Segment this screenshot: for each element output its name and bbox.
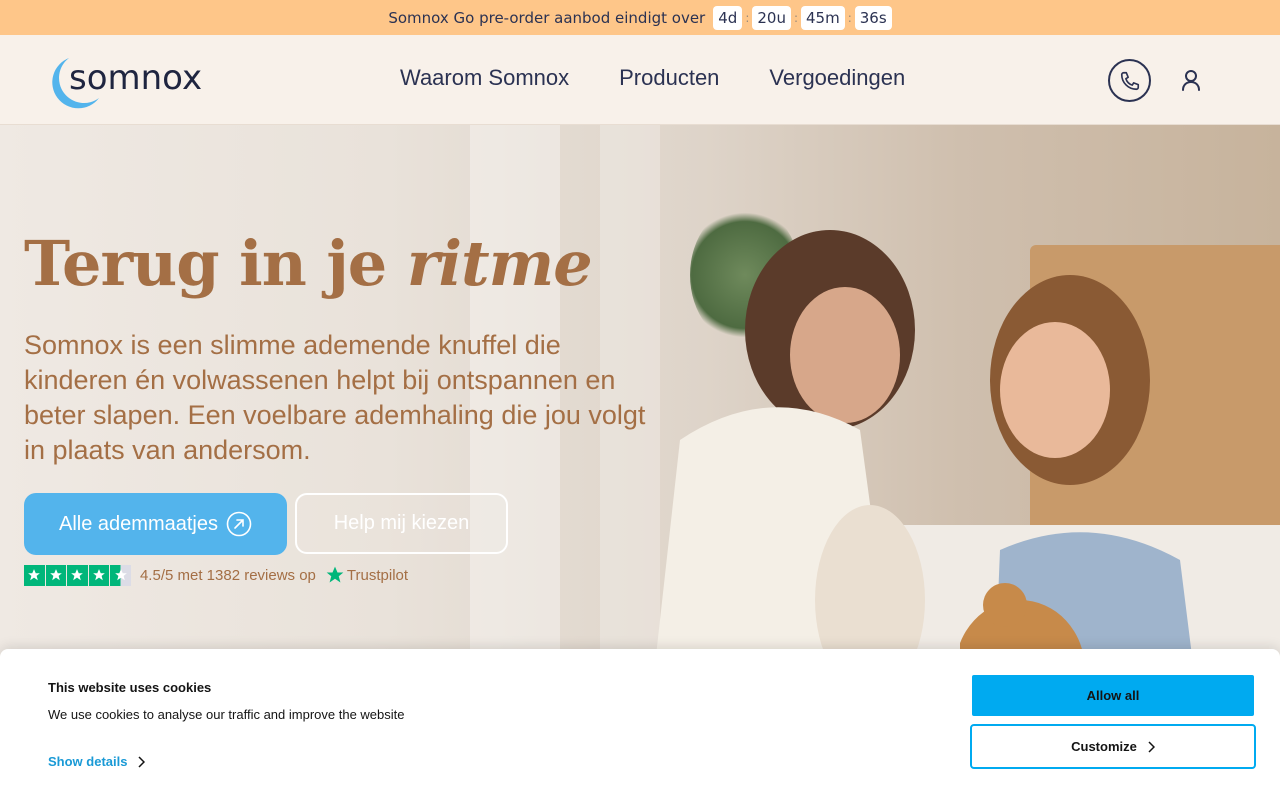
hero-title-plain: Terug in je <box>24 227 407 300</box>
trustpilot-star-icon <box>326 566 344 583</box>
customize-label: Customize <box>1071 739 1137 754</box>
hero-description: Somnox is een slimme ademende knuffel di… <box>24 330 646 465</box>
all-products-button[interactable]: Alle ademmaatjes <box>24 493 287 555</box>
hero-title-emphasis: ritme <box>406 227 593 300</box>
half-star-icon <box>110 565 131 586</box>
phone-button[interactable] <box>1108 59 1151 102</box>
countdown-hours: 20u <box>752 5 791 30</box>
help-me-choose-button[interactable]: Help mij kiezen <box>295 493 508 554</box>
allow-all-button[interactable]: Allow all <box>972 675 1254 716</box>
arrow-circle-icon <box>226 511 252 537</box>
star-icon <box>67 565 88 586</box>
countdown-minutes: 45m <box>801 5 845 30</box>
promo-bar: Somnox Go pre-order aanbod eindigt over … <box>0 0 1280 35</box>
star-icon <box>88 565 110 586</box>
trustpilot-logo: Trustpilot <box>325 565 408 585</box>
all-products-label: Alle ademmaatjes <box>59 512 218 535</box>
cookie-banner: This website uses cookies We use cookies… <box>0 649 1280 800</box>
site-header: somnox Waarom Somnox Producten Vergoedin… <box>0 35 1280 125</box>
hero-title: Terug in je ritme <box>24 227 593 300</box>
nav-item-vergoedingen[interactable]: Vergoedingen <box>769 65 905 91</box>
trustpilot-rating[interactable]: 4.5/5 met 1382 reviews op Trustpilot <box>24 565 408 586</box>
show-details-link[interactable]: Show details <box>48 754 146 769</box>
promo-text: Somnox Go pre-order aanbod eindigt over <box>388 8 706 27</box>
rating-stars <box>24 565 131 586</box>
logo[interactable]: somnox <box>47 52 212 110</box>
star-icon <box>45 565 67 586</box>
trustpilot-label: Trustpilot <box>346 566 409 584</box>
chevron-right-icon <box>138 755 146 768</box>
phone-icon <box>1120 71 1139 90</box>
countdown-separator: : <box>745 10 750 25</box>
nav-item-waarom-somnox[interactable]: Waarom Somnox <box>400 65 569 91</box>
countdown-separator: : <box>847 10 852 25</box>
countdown-days: 4d <box>713 5 743 30</box>
star-icon <box>24 565 45 586</box>
logo-text: somnox <box>69 58 203 98</box>
nav-item-producten[interactable]: Producten <box>619 65 719 91</box>
countdown-separator: : <box>793 10 798 25</box>
main-nav: Waarom Somnox Producten Vergoedingen <box>400 65 905 91</box>
rating-text: 4.5/5 met 1382 reviews op <box>139 566 316 584</box>
cookie-text: We use cookies to analyse our traffic an… <box>48 707 405 722</box>
account-icon <box>1182 70 1200 91</box>
show-details-label: Show details <box>48 754 128 769</box>
chevron-right-icon <box>1148 740 1155 753</box>
customize-button[interactable]: Customize <box>970 724 1256 769</box>
countdown-seconds: 36s <box>854 5 892 30</box>
account-button[interactable] <box>1178 67 1204 93</box>
help-me-choose-label: Help mij kiezen <box>333 512 470 534</box>
cookie-title: This website uses cookies <box>48 680 212 695</box>
